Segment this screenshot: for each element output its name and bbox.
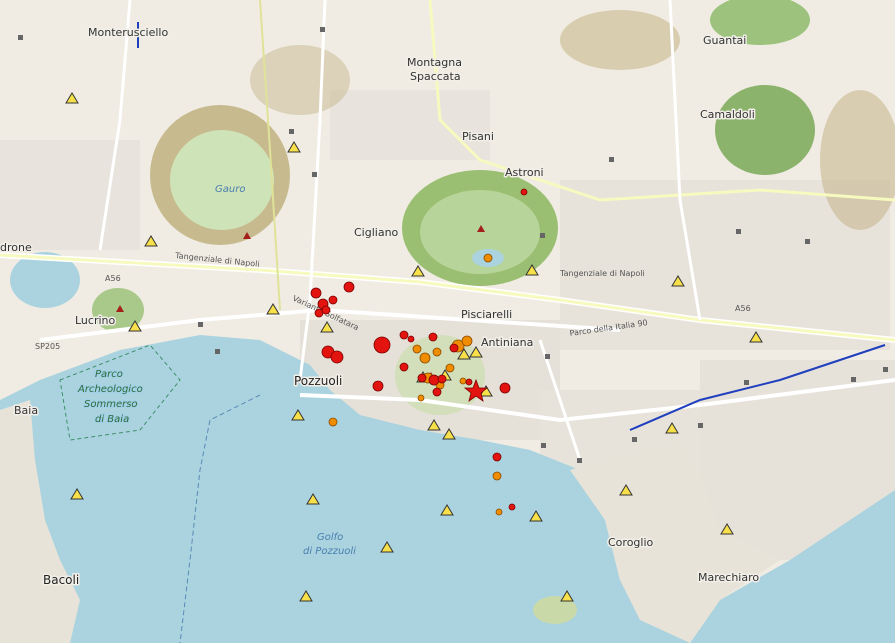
earthquake-marker[interactable] (449, 343, 459, 353)
label-cigliano: Cigliano (354, 226, 399, 239)
label-pisani: Pisani (462, 130, 494, 143)
label-park-2: Archeologico (77, 384, 143, 395)
label-astroni: Astroni (505, 166, 544, 179)
label-baia: Baia (14, 404, 38, 417)
earthquake-marker[interactable] (459, 377, 467, 385)
label-guantai: Guantai (703, 34, 746, 47)
earthquake-marker[interactable] (465, 378, 473, 386)
earthquake-marker[interactable] (417, 394, 425, 402)
label-gauro: Gauro (215, 184, 245, 195)
earthquake-marker[interactable] (310, 287, 322, 299)
map-canvas[interactable]: Monterusciello Montagna Spaccata Guantai… (0, 0, 895, 643)
earthquake-marker[interactable] (445, 363, 455, 373)
label-park-1: Parco (95, 369, 123, 380)
earthquake-marker[interactable] (432, 387, 442, 397)
earthquake-marker[interactable] (412, 344, 422, 354)
earthquake-marker[interactable] (495, 508, 503, 516)
earthquake-marker[interactable] (328, 417, 338, 427)
earthquake-marker[interactable] (330, 350, 344, 364)
label-montagna-spaccata-2: Spaccata (410, 70, 461, 83)
earthquake-marker[interactable] (399, 330, 409, 340)
earthquake-marker[interactable] (399, 362, 409, 372)
earthquake-marker[interactable] (321, 305, 331, 315)
label-a56-w: A56 (105, 274, 121, 283)
label-park-4: di Baia (95, 414, 129, 425)
label-golfo-1: Golfo (317, 532, 343, 543)
label-golfo-2: di Pozzuoli (303, 546, 356, 557)
earthquake-marker[interactable] (508, 503, 516, 511)
label-sp205: SP205 (35, 342, 60, 351)
label-a56-e: A56 (735, 304, 751, 313)
earthquake-marker[interactable] (428, 374, 440, 386)
label-pozzuoli: Pozzuoli (294, 374, 342, 388)
earthquake-marker[interactable] (328, 295, 338, 305)
label-coroglio: Coroglio (608, 536, 654, 549)
label-park-3: Sommerso (84, 399, 138, 410)
label-tangenziale-e: Tangenziale di Napoli (559, 269, 645, 278)
label-monterusciello: Monterusciello (88, 26, 168, 39)
label-pisciarelli: Pisciarelli (461, 308, 512, 321)
label-lucrino: Lucrino (75, 314, 116, 327)
label-camaldoli: Camaldoli (700, 108, 755, 121)
earthquake-marker[interactable] (419, 352, 431, 364)
earthquake-marker[interactable] (372, 380, 384, 392)
map-view[interactable]: Monterusciello Montagna Spaccata Guantai… (0, 0, 895, 643)
earthquake-marker[interactable] (437, 374, 447, 384)
label-arcofelice: drone (0, 241, 32, 254)
label-antiniana: Antiniana (481, 336, 533, 349)
earthquake-marker[interactable] (520, 188, 528, 196)
earthquake-marker[interactable] (343, 281, 355, 293)
earthquake-marker[interactable] (373, 336, 391, 354)
label-bacoli: Bacoli (43, 573, 79, 587)
earthquake-marker[interactable] (428, 332, 438, 342)
earthquake-marker[interactable] (407, 335, 415, 343)
earthquake-marker[interactable] (492, 471, 502, 481)
earthquake-marker[interactable] (432, 347, 442, 357)
label-montagna-spaccata-1: Montagna (407, 56, 462, 69)
earthquake-marker[interactable] (492, 452, 502, 462)
earthquake-marker[interactable] (483, 253, 493, 263)
earthquake-marker[interactable] (417, 373, 427, 383)
earthquake-marker[interactable] (461, 335, 473, 347)
earthquake-marker[interactable] (499, 382, 511, 394)
label-marechiaro: Marechiaro (698, 571, 759, 584)
